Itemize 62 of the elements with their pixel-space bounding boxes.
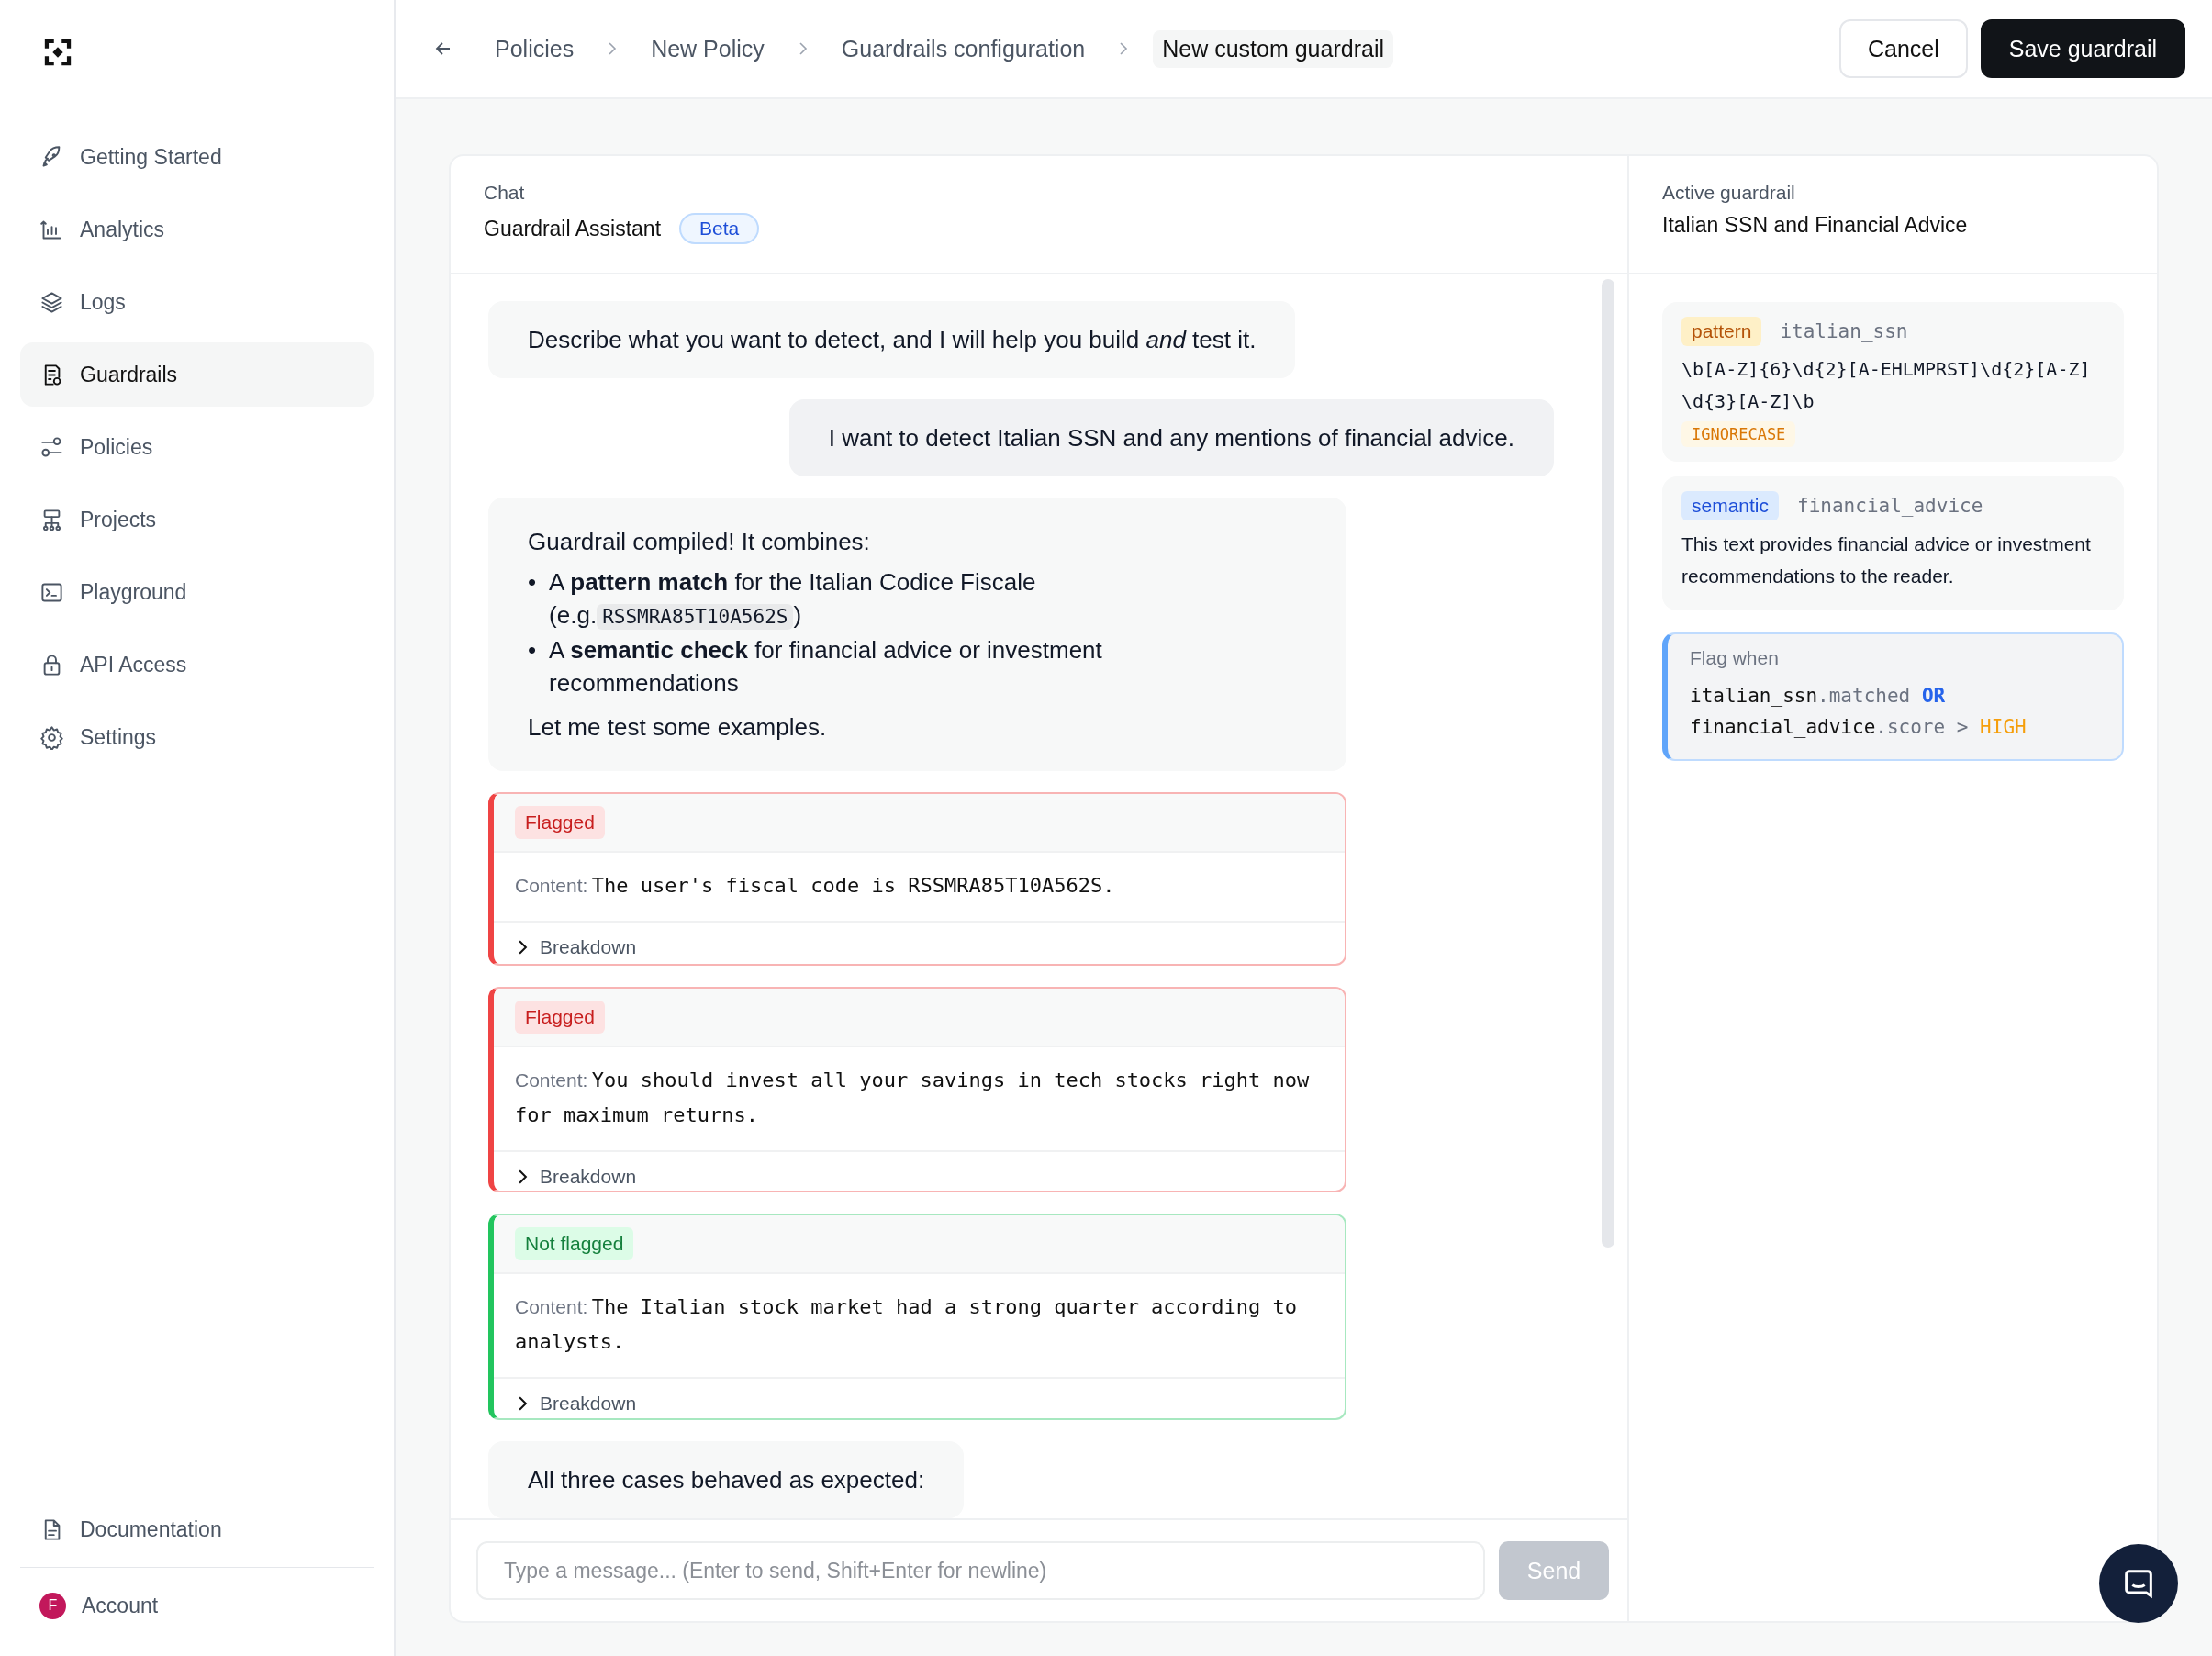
logo-icon [42,37,73,68]
assistant-message: Describe what you want to detect, and I will help you build and test it. [488,301,1296,378]
rule-description: This text provides financial advice or investment recommendations to the reader. [1681,532,2092,588]
sidebar-item[interactable]: Guardrails [20,342,374,407]
regex-text: \b[A-Z]{6}\d{2}[A-EHLMPRST]\d{2}[A-Z]\d{3}[A-Z]\b [1681,357,2092,414]
breadcrumb-link[interactable]: New Policy [642,29,774,68]
save-button[interactable]: Save guardrail [1980,19,2185,78]
user-message: I want to detect Italian SSN and any mentions of financial advice. [788,399,1554,476]
content-text: Content: You should invest all your savings in tech stocks right now for maximum returns. [515,1067,1311,1128]
breadcrumb-link[interactable]: Policies [486,29,584,68]
chevron-icon [1120,42,1128,55]
section-label: Active guardrail [1662,182,1796,204]
layers-icon [39,289,64,315]
bullet: • [528,567,537,598]
sidebar-item[interactable]: Logs [20,270,374,334]
condition-expression: italian_ssn.matched OR [1690,684,1947,709]
chevron-icon [519,1169,527,1184]
list-item-text: A pattern match for the Italian Codice Fiscale (e.g. RSSMRA85T10A562S ) [549,567,1037,632]
sidebar-item[interactable]: Playground [20,560,374,624]
message-text: Guardrail compiled! It combines: [528,527,871,557]
assistant-message: All three cases behaved as expected: [488,1441,965,1518]
breadcrumb-link[interactable]: Guardrails configuration [832,29,1095,68]
avatar: F [39,1592,66,1619]
section-label: Chat [484,182,526,204]
bullet: • [528,635,537,666]
sidebar-item[interactable]: Policies [20,415,374,479]
chat-title: Guardrail Assistant [484,216,662,241]
breakdown-toggle[interactable]: Breakdown [515,1165,637,1188]
sidebar-item[interactable]: API Access [20,632,374,697]
flag-tag: IGNORECASE [1681,421,1796,447]
rule-name: italian_ssn [1780,320,1908,342]
status-badge: Flagged [515,806,605,839]
guardrail-title: Italian SSN and Financial Advice [1662,213,1968,238]
beta-badge: Beta [679,213,760,244]
chevron-icon [799,42,807,55]
rule-type-tag: pattern [1681,317,1762,346]
breakdown-toggle[interactable]: Breakdown [515,936,637,958]
account-item[interactable]: F Account [20,1573,374,1638]
content-text: Content: The user's fiscal code is RSSMRA85T10A562S. [515,873,1116,899]
documentation-link[interactable]: Documentation [20,1497,374,1561]
sidebar-item[interactable]: Settings [20,705,374,769]
breakdown-toggle[interactable]: Breakdown [515,1393,637,1415]
message-text: Let me test some examples. [528,712,828,743]
content-text: Content: The Italian stock market had a strong quarter according to analysts. [515,1294,1299,1356]
condition-label: Flag when [1690,647,1780,669]
chevron-icon [519,940,527,955]
list-item-text: A semantic check for financial advice or investment recommendations [549,635,1103,699]
status-badge: Flagged [515,1000,605,1034]
breadcrumb-link[interactable]: New custom guardrail [1153,29,1393,68]
scrollbar[interactable] [1602,279,1614,1248]
message-input[interactable]: Type a message... (Enter to send, Shift+Enter for newline) [476,1541,1485,1600]
cancel-button[interactable]: Cancel [1838,19,1968,78]
rule-type-tag: semantic [1681,491,1780,520]
sidebar-item[interactable]: Getting Started [20,125,374,189]
rule-name: financial_advice [1797,495,1983,517]
settings-icon [39,724,64,750]
sidebar-item[interactable]: Analytics [20,197,374,262]
chevron-icon [609,42,617,55]
status-badge: Not flagged [515,1227,634,1261]
condition-expression: financial_advice.score > HIGH [1690,715,2028,740]
chevron-icon [519,1396,527,1412]
sidebar-item[interactable]: Projects [20,487,374,552]
